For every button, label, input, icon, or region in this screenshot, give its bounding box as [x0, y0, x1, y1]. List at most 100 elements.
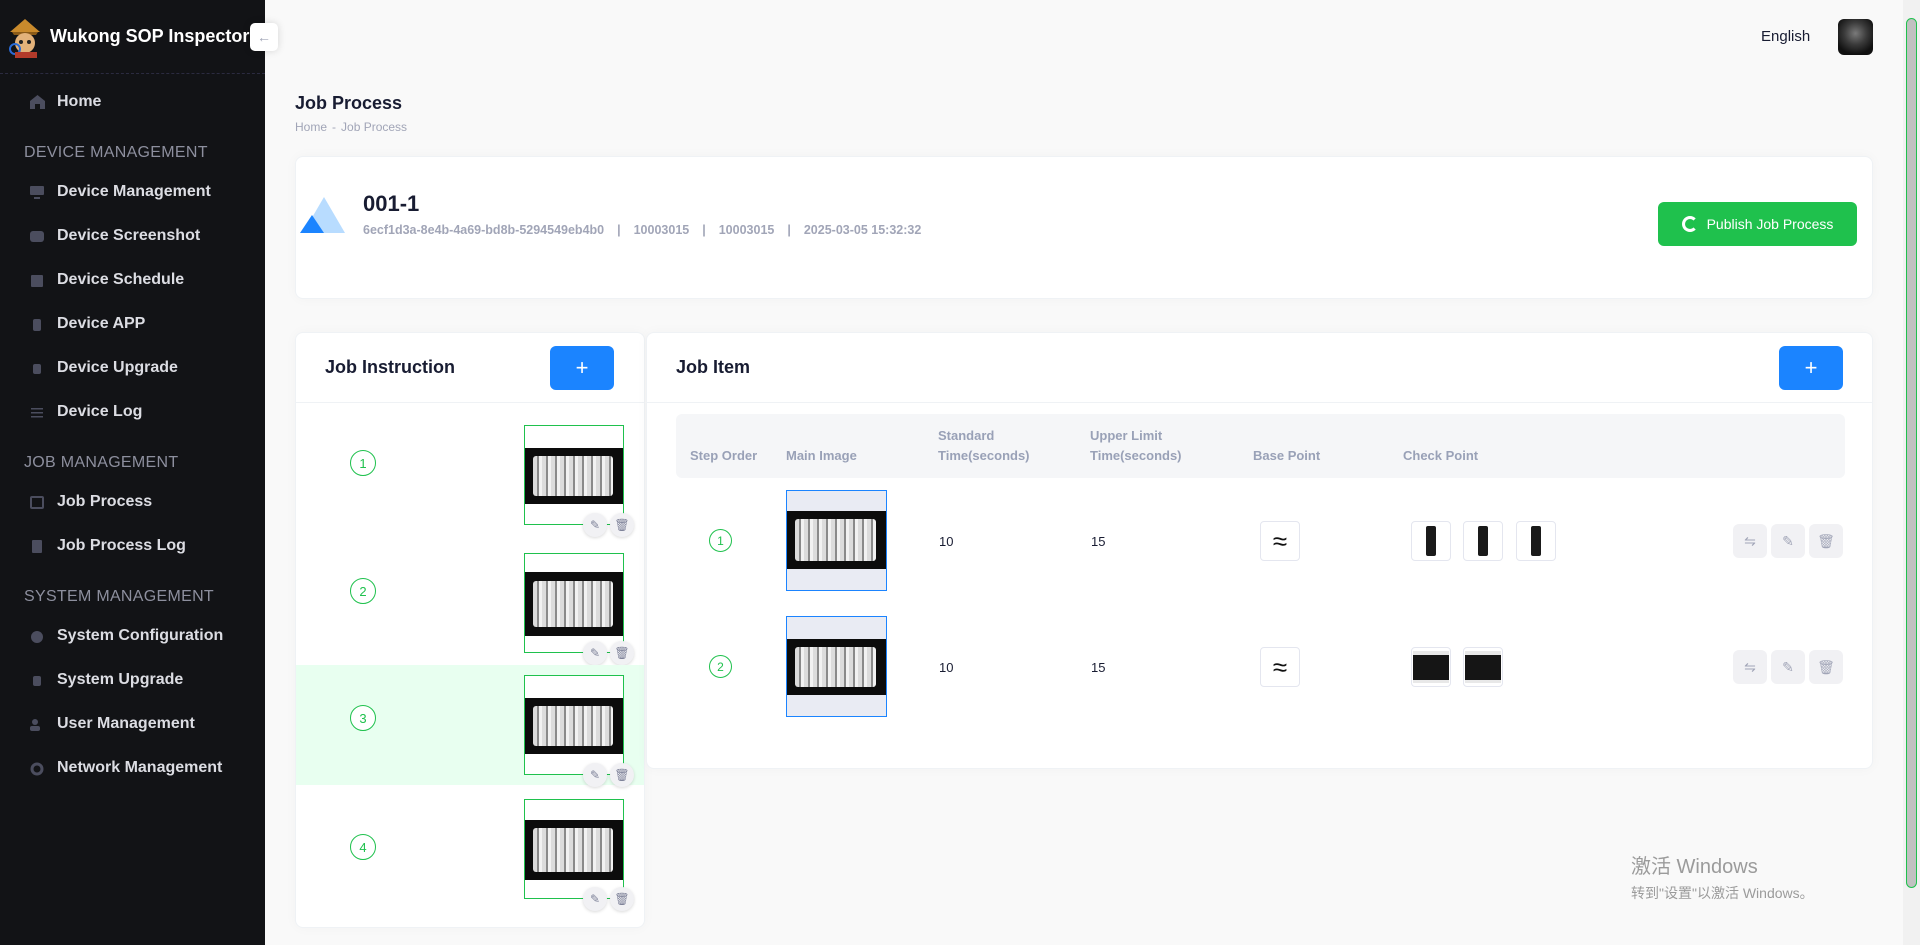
sidebar-item-device-schedule[interactable]: Device Schedule	[0, 258, 265, 302]
trash-icon: 🗑	[1817, 658, 1835, 675]
sidebar-item-home[interactable]: Home	[0, 80, 265, 124]
sidebar-item-job-process-log[interactable]: Job Process Log	[0, 524, 265, 568]
check-point-image[interactable]	[1411, 521, 1451, 561]
pencil-icon: ✎	[1782, 658, 1794, 675]
base-point-image[interactable]: ≈	[1260, 647, 1300, 687]
delete-instruction-button[interactable]: 🗑	[610, 513, 634, 537]
step-number: 2	[709, 655, 732, 678]
delete-instruction-button[interactable]: 🗑	[610, 887, 634, 911]
edit-instruction-button[interactable]: ✎	[583, 763, 607, 787]
section-job-management: JOB MANAGEMENT	[24, 454, 179, 471]
job-created-time: 2025-03-05 15:32:32	[803, 223, 922, 237]
instruction-item[interactable]: 4 ✎ 🗑	[296, 799, 644, 919]
device-image	[525, 572, 623, 636]
delete-item-button[interactable]: 🗑	[1809, 650, 1843, 684]
section-device-management: DEVICE MANAGEMENT	[24, 144, 208, 161]
check-point-shape	[1426, 526, 1436, 556]
add-job-item-button[interactable]: +	[1779, 346, 1843, 390]
toggle-button[interactable]: ⇋	[1733, 524, 1767, 558]
monkey-logo-icon	[9, 18, 40, 58]
edit-instruction-button[interactable]: ✎	[583, 887, 607, 911]
step-number: 2	[350, 578, 376, 604]
check-point-image[interactable]	[1463, 521, 1503, 561]
scrollbar-thumb[interactable]	[1906, 18, 1917, 888]
base-point-shape: ≈	[1272, 526, 1288, 556]
page-scrollbar[interactable]	[1903, 0, 1920, 945]
toggle-button[interactable]: ⇋	[1733, 650, 1767, 684]
meta-separator: |	[617, 223, 621, 237]
instruction-thumbnail[interactable]	[524, 799, 624, 899]
step-number: 4	[350, 834, 376, 860]
edit-item-button[interactable]: ✎	[1771, 524, 1805, 558]
sidebar-item-label: System Configuration	[57, 627, 224, 644]
job-meta: 6ecf1d3a-8e4b-4a69-bd8b-5294549eb4b0 | 100…	[363, 223, 921, 237]
job-item-header: Job Item +	[647, 333, 1872, 403]
pencil-icon: ✎	[589, 646, 601, 660]
breadcrumb-home[interactable]: Home	[295, 120, 327, 134]
add-instruction-button[interactable]: +	[550, 346, 614, 390]
trash-icon: 🗑	[614, 768, 630, 782]
edit-item-button[interactable]: ✎	[1771, 650, 1805, 684]
check-point-image[interactable]	[1411, 647, 1451, 687]
sidebar-item-device-log[interactable]: Device Log	[0, 390, 265, 434]
sidebar-item-device-upgrade[interactable]: Device Upgrade	[0, 346, 265, 390]
sidebar-item-label: Job Process Log	[57, 537, 186, 554]
trash-icon: 🗑	[614, 892, 630, 906]
edit-instruction-button[interactable]: ✎	[583, 641, 607, 665]
instruction-thumbnail[interactable]	[524, 675, 624, 775]
table-header: Step Order Main Image Standard Time(secon…	[676, 414, 1845, 478]
pencil-icon: ✎	[589, 518, 601, 532]
sidebar-item-label: Device Screenshot	[57, 227, 201, 244]
sidebar-item-label: Device Management	[57, 183, 211, 200]
page-title: Job Process	[295, 93, 403, 113]
job-summary-card: 001-1 6ecf1d3a-8e4b-4a69-bd8b-5294549eb4…	[295, 156, 1873, 299]
delete-item-button[interactable]: 🗑	[1809, 524, 1843, 558]
sidebar-item-system-configuration[interactable]: System Configuration	[0, 614, 265, 658]
instruction-thumbnail[interactable]	[524, 425, 624, 525]
process-icon	[28, 493, 46, 511]
language-selector[interactable]: English	[1761, 28, 1810, 45]
arrow-left-icon: ←	[257, 29, 271, 45]
col-upper-limit-line1: Upper Limit	[1090, 428, 1163, 443]
job-instruction-title: Job Instruction	[325, 357, 455, 377]
instruction-thumbnail[interactable]	[524, 553, 624, 653]
check-point-image[interactable]	[1463, 647, 1503, 687]
network-icon	[28, 759, 46, 777]
upper-limit-time: 15	[1091, 534, 1106, 549]
job-creator: 10003015	[718, 223, 775, 237]
job-code: 10003015	[633, 223, 690, 237]
standard-time: 10	[939, 660, 954, 675]
breadcrumb-separator: -	[332, 120, 337, 134]
col-standard-time: Standard Time(seconds)	[938, 426, 1030, 466]
pencil-icon: ✎	[1782, 532, 1794, 549]
sidebar-item-system-upgrade[interactable]: System Upgrade	[0, 658, 265, 702]
sidebar-item-device-app[interactable]: Device APP	[0, 302, 265, 346]
instruction-item[interactable]: 2 ✎ 🗑	[296, 543, 644, 665]
check-point-image[interactable]	[1516, 521, 1556, 561]
publish-icon	[1681, 216, 1698, 232]
edit-instruction-button[interactable]: ✎	[583, 513, 607, 537]
main-image[interactable]	[786, 490, 887, 591]
sidebar-item-device-screenshot[interactable]: Device Screenshot	[0, 214, 265, 258]
delete-instruction-button[interactable]: 🗑	[610, 641, 634, 665]
sidebar-collapse-button[interactable]: ←	[250, 23, 278, 51]
app-title: Wukong SOP Inspector	[50, 26, 250, 46]
check-point-shape	[1465, 651, 1501, 683]
base-point-image[interactable]: ≈	[1260, 521, 1300, 561]
toggle-icon: ⇋	[1744, 658, 1756, 675]
pencil-icon: ✎	[589, 892, 601, 906]
sidebar-item-user-management[interactable]: User Management	[0, 702, 265, 746]
avatar[interactable]	[1838, 19, 1873, 55]
instruction-item[interactable]: 1 ✎ 🗑	[296, 415, 644, 537]
home-icon	[28, 93, 46, 111]
instruction-item-active[interactable]: 3 ✎ 🗑	[296, 665, 644, 787]
watermark-line2: 转到"设置"以激活 Windows。	[1631, 885, 1814, 901]
publish-job-process-button[interactable]: Publish Job Process	[1658, 202, 1857, 246]
main-image[interactable]	[786, 616, 887, 717]
sidebar-item-network-management[interactable]: Network Management	[0, 746, 265, 790]
sidebar-item-job-process[interactable]: Job Process	[0, 480, 265, 524]
col-standard-time-line1: Standard	[938, 428, 995, 443]
delete-instruction-button[interactable]: 🗑	[610, 763, 634, 787]
toggle-icon: ⇋	[1744, 532, 1756, 549]
sidebar-item-device-management[interactable]: Device Management	[0, 170, 265, 214]
